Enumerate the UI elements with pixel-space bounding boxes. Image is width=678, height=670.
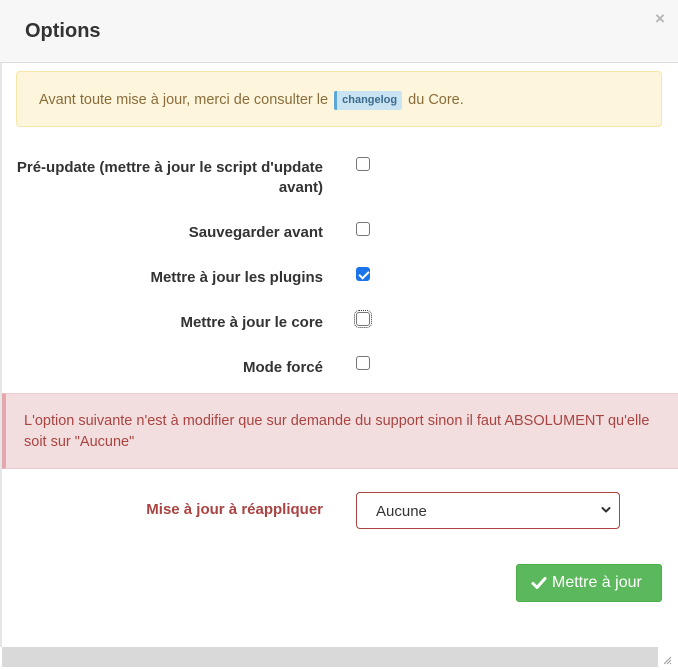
support-danger-alert: L'option suivante n'est à modifier que s…	[2, 393, 678, 469]
reapply-selected-value: Aucune	[376, 503, 427, 520]
update-button[interactable]: Mettre à jour	[516, 564, 662, 602]
changelog-warning-alert: Avant toute mise à jour, merci de consul…	[16, 71, 662, 127]
modal-title: Options	[25, 20, 101, 42]
update-plugins-checkbox[interactable]	[356, 267, 370, 281]
pre-update-checkbox[interactable]	[356, 157, 370, 171]
warning-text-before: Avant toute mise à jour, merci de consul…	[39, 92, 329, 108]
options-modal: Options × Avant toute mise à jour, merci…	[0, 0, 678, 670]
forced-mode-checkbox[interactable]	[356, 356, 370, 370]
forced-mode-label: Mode forcé	[242, 359, 323, 376]
changelog-link[interactable]: changelog	[334, 91, 403, 110]
warning-text-after: du Core.	[408, 92, 464, 108]
close-icon[interactable]: ×	[651, 10, 669, 28]
update-core-checkbox[interactable]	[354, 310, 372, 328]
check-icon	[531, 577, 547, 589]
pre-update-label-line1: Pré-update (mettre à jour le script d'up…	[16, 159, 323, 176]
update-button-label: Mettre à jour	[552, 574, 642, 591]
pre-update-label-line2: avant)	[278, 179, 323, 196]
scrollbar-thumb[interactable]	[2, 647, 658, 667]
update-plugins-label: Mettre à jour les plugins	[150, 269, 323, 286]
modal-header: Options	[0, 0, 678, 63]
reapply-select[interactable]: Aucune	[356, 492, 620, 529]
horizontal-scrollbar[interactable]	[0, 647, 678, 670]
resize-grip-icon[interactable]	[662, 655, 672, 665]
danger-text: L'option suivante n'est à modifier que s…	[24, 413, 650, 450]
chevron-down-icon	[601, 507, 611, 513]
reapply-label: Mise à jour à réappliquer	[146, 501, 323, 518]
warning-text: Avant toute mise à jour, merci de consul…	[39, 91, 464, 110]
pre-update-label: Pré-update (mettre à jour le script d'up…	[17, 158, 323, 198]
modal-left-border	[0, 63, 2, 647]
backup-before-checkbox[interactable]	[356, 222, 370, 236]
update-core-label: Mettre à jour le core	[180, 314, 323, 331]
backup-before-label: Sauvegarder avant	[188, 224, 323, 241]
